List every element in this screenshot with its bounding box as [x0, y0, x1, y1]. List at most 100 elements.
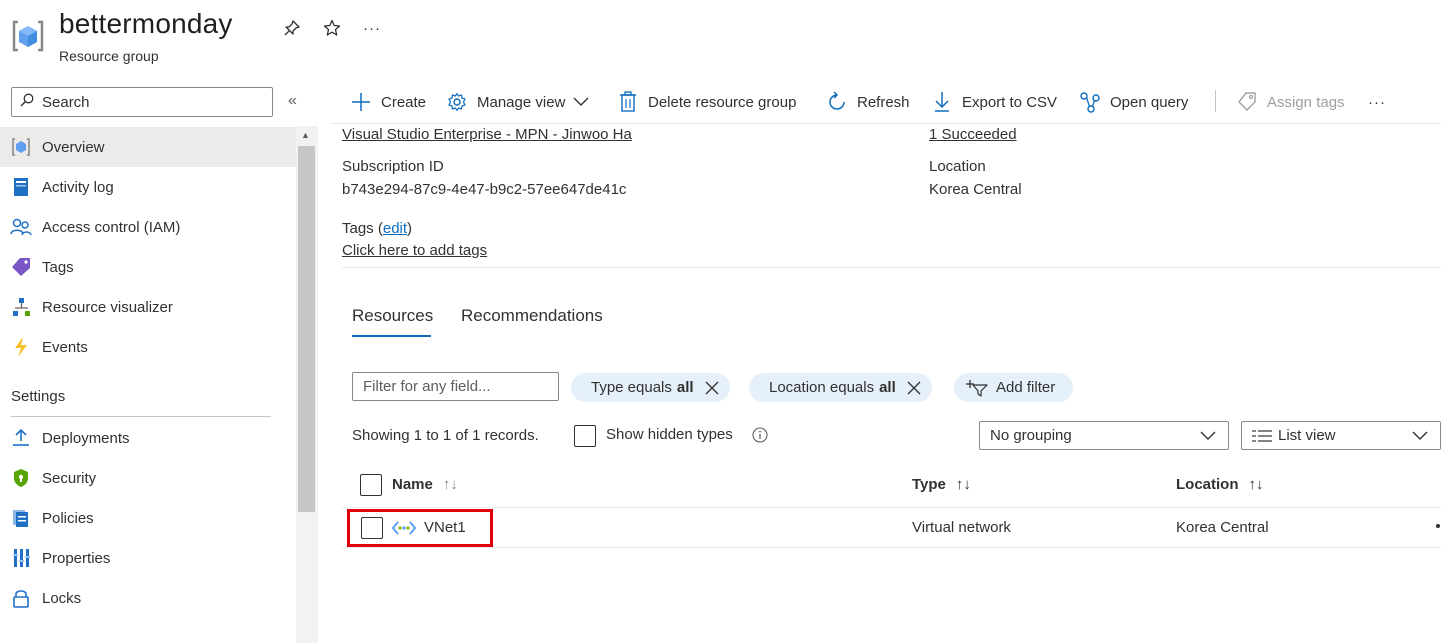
chevron-down-icon [1200, 429, 1216, 443]
sidebar-item-label: Deployments [42, 429, 130, 447]
sidebar-item-properties[interactable]: Properties [0, 538, 296, 578]
sidebar-item-label: Resource visualizer [42, 298, 173, 316]
subscription-link[interactable]: Visual Studio Enterprise - MPN - Jinwoo … [342, 126, 632, 143]
sidebar-item-deployments[interactable]: Deployments [0, 418, 296, 458]
page-title: bettermonday [59, 8, 233, 39]
page-header: bettermonday Resource group ··· [0, 0, 1441, 80]
row-more-icon[interactable] [1436, 524, 1440, 528]
search-icon [20, 93, 34, 111]
lock-icon [10, 587, 32, 609]
tag-icon [10, 256, 32, 278]
iam-icon [10, 216, 32, 238]
close-icon[interactable] [704, 380, 720, 396]
type-filter-value: all [676, 379, 694, 396]
sidebar-item-tags[interactable]: Tags [0, 247, 296, 287]
open-query-button[interactable]: Open query [1079, 90, 1188, 114]
toolbar-more-button[interactable]: ··· [1368, 90, 1386, 114]
sidebar-item-label: Overview [42, 138, 105, 156]
scroll-up-icon[interactable]: ▲ [301, 130, 310, 140]
grouping-value: No grouping [990, 427, 1072, 444]
sidebar-item-activity-log[interactable]: Activity log [0, 167, 296, 207]
gear-icon [446, 91, 468, 113]
manage-view-button[interactable]: Manage view [446, 90, 589, 114]
active-tab-indicator [352, 335, 431, 337]
sidebar-item-label: Tags [42, 258, 74, 276]
download-icon [931, 91, 953, 113]
tags-label-close: ) [407, 220, 413, 237]
export-label: Export to CSV [962, 93, 1058, 111]
column-type-label: Type [912, 476, 946, 493]
sidebar-item-overview[interactable]: Overview [0, 127, 296, 167]
overview-icon [10, 136, 32, 158]
sidebar-item-events[interactable]: Events [0, 327, 296, 367]
add-filter-button[interactable]: Add filter [954, 373, 1074, 402]
refresh-button[interactable]: Refresh [826, 90, 910, 114]
deploy-icon [10, 427, 32, 449]
sidebar-item-policies[interactable]: Policies [0, 498, 296, 538]
list-view-icon [1252, 429, 1272, 443]
manage-view-label: Manage view [477, 93, 566, 111]
chevron-down-icon [1412, 429, 1428, 443]
create-label: Create [381, 93, 427, 111]
highlight-box [347, 509, 493, 547]
delete-resource-group-button[interactable]: Delete resource group [617, 90, 796, 114]
column-header-location[interactable]: Location ↑↓ [1176, 476, 1264, 493]
info-icon[interactable] [752, 427, 768, 443]
tab-resources[interactable]: Resources [352, 306, 433, 326]
star-icon[interactable] [320, 16, 344, 40]
tags-edit-link[interactable]: edit [383, 220, 407, 237]
tags-label-text: Tags ( [342, 220, 383, 237]
trash-icon [617, 91, 639, 113]
add-filter-icon [966, 379, 988, 397]
records-summary: Showing 1 to 1 of 1 records. [352, 427, 539, 444]
sidebar-item-access-control[interactable]: Access control (IAM) [0, 207, 296, 247]
assign-tags-label: Assign tags [1267, 93, 1345, 111]
resource-location: Korea Central [1176, 519, 1269, 536]
column-header-name[interactable]: Name ↑↓ [392, 476, 458, 493]
create-button[interactable]: Create [350, 90, 426, 114]
sidebar-item-security[interactable]: Security [0, 458, 296, 498]
add-tags-link[interactable]: Click here to add tags [342, 242, 487, 259]
export-csv-button[interactable]: Export to CSV [931, 90, 1057, 114]
location-filter-pill[interactable]: Location equals all [749, 373, 932, 402]
sidebar-item-label: Security [42, 469, 97, 487]
section-divider [11, 416, 271, 417]
close-icon[interactable] [906, 380, 922, 396]
sidebar-item-resource-visualizer[interactable]: Resource visualizer [0, 287, 296, 327]
location-filter-value: all [879, 379, 896, 396]
location-value: Korea Central [929, 181, 1022, 198]
select-all-checkbox[interactable] [360, 474, 382, 496]
essentials-divider [342, 267, 1441, 268]
sidebar-item-label: Access control (IAM) [42, 218, 181, 236]
pin-icon[interactable] [280, 16, 304, 40]
search-input[interactable] [42, 93, 262, 111]
deployments-link[interactable]: 1 Succeeded [929, 126, 1017, 143]
sidebar-search[interactable] [11, 87, 273, 117]
filter-input[interactable] [352, 372, 559, 401]
sidebar-item-label: Events [42, 338, 88, 356]
tag-outline-icon [1236, 91, 1258, 113]
resource-group-icon [10, 18, 46, 54]
properties-icon [10, 547, 32, 569]
activity-log-icon [10, 176, 32, 198]
type-filter-pill[interactable]: Type equals all [571, 373, 730, 402]
tags-label: Tags (edit) [342, 220, 412, 237]
sidebar-item-locks[interactable]: Locks [0, 578, 296, 618]
sidebar-scroll-thumb[interactable] [298, 146, 315, 512]
view-dropdown[interactable]: List view [1241, 421, 1441, 450]
delete-label: Delete resource group [648, 93, 797, 111]
sort-icon: ↑↓ [1248, 476, 1264, 493]
column-header-type[interactable]: Type ↑↓ [912, 476, 971, 493]
chevron-down-icon [573, 97, 589, 107]
query-icon [1079, 91, 1101, 113]
tab-recommendations[interactable]: Recommendations [461, 306, 603, 326]
settings-section-label: Settings [11, 388, 66, 405]
column-location-label: Location [1176, 476, 1239, 493]
collapse-sidebar-button[interactable]: « [288, 92, 297, 110]
grouping-dropdown[interactable]: No grouping [979, 421, 1229, 450]
show-hidden-types-checkbox[interactable] [574, 425, 596, 447]
sidebar: « Overview Activity log Access control (… [0, 80, 318, 643]
command-bar: Create Manage view Delete resource group… [330, 80, 1441, 124]
assign-tags-button[interactable]: Assign tags [1236, 90, 1345, 114]
more-icon[interactable]: ··· [360, 16, 384, 40]
